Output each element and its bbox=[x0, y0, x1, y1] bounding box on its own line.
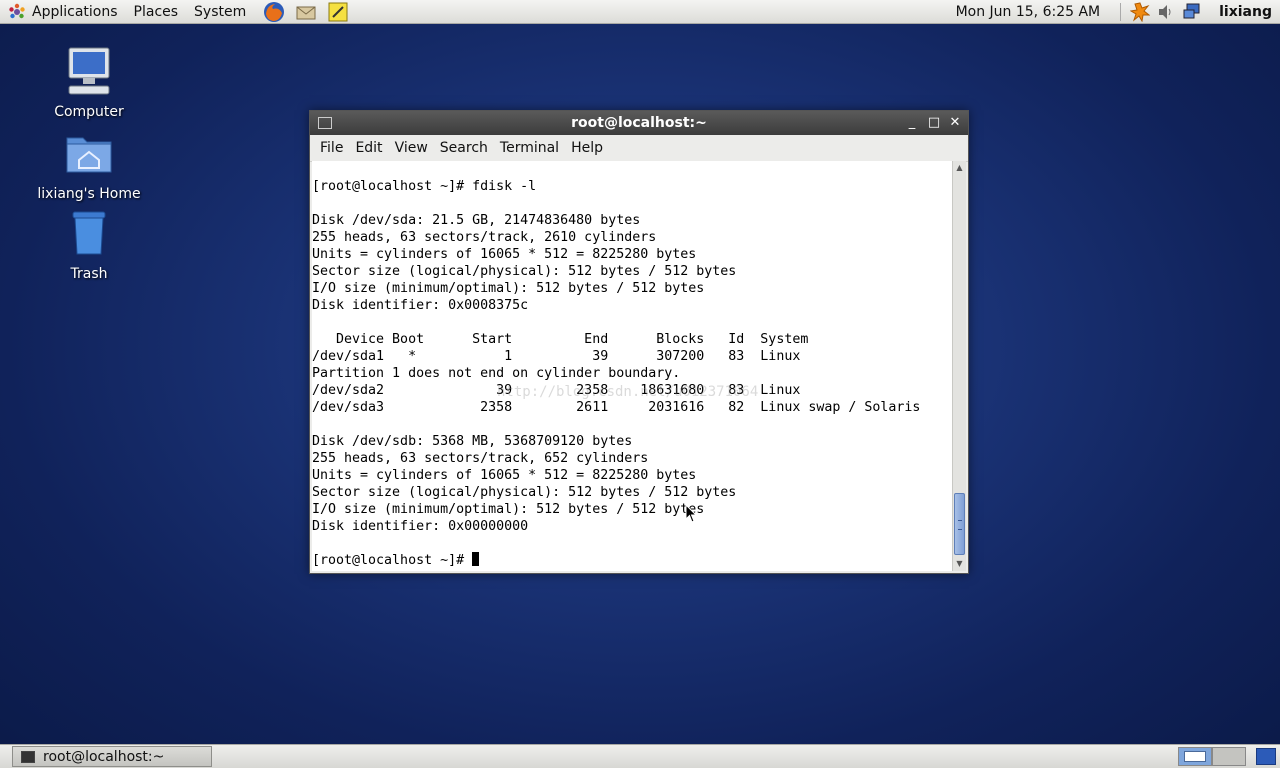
applications-menu[interactable]: Applications bbox=[32, 4, 118, 20]
window-title: root@localhost:~ bbox=[571, 115, 707, 131]
bottom-panel: root@localhost:~ bbox=[0, 744, 1280, 768]
user-menu[interactable]: lixiang bbox=[1219, 4, 1272, 20]
close-icon[interactable]: ✕ bbox=[947, 115, 963, 131]
terminal-window[interactable]: root@localhost:~ _ □ ✕ File Edit View Se… bbox=[309, 110, 969, 574]
computer-icon bbox=[68, 47, 110, 95]
clock[interactable]: Mon Jun 15, 6:25 AM bbox=[956, 4, 1101, 20]
mail-icon bbox=[296, 6, 316, 19]
desktop-icon-label: Trash bbox=[70, 266, 108, 282]
terminal-icon bbox=[21, 750, 35, 763]
workspace-1[interactable] bbox=[1178, 747, 1212, 766]
scroll-up-icon[interactable]: ▲ bbox=[953, 161, 966, 175]
workspace-window-preview bbox=[1184, 751, 1206, 762]
desktop-icon-computer[interactable]: Computer bbox=[34, 46, 144, 120]
places-menu[interactable]: Places bbox=[134, 4, 179, 20]
system-menu[interactable]: System bbox=[194, 4, 246, 20]
desktop-icon-home[interactable]: lixiang's Home bbox=[34, 128, 144, 202]
gnome-foot-icon bbox=[9, 3, 25, 18]
menu-file[interactable]: File bbox=[314, 140, 349, 156]
menu-search[interactable]: Search bbox=[434, 140, 494, 156]
taskbar-button-terminal[interactable]: root@localhost:~ bbox=[12, 746, 212, 767]
notes-icon bbox=[328, 2, 348, 21]
desktop-icon-label: Computer bbox=[54, 104, 124, 120]
scroll-down-icon[interactable]: ▼ bbox=[953, 557, 966, 571]
volume-icon[interactable] bbox=[1156, 2, 1176, 22]
terminal-text: [root@localhost ~]# fdisk -l Disk /dev/s… bbox=[312, 179, 921, 534]
desktop-icon-label: lixiang's Home bbox=[37, 186, 141, 202]
mail-launcher[interactable] bbox=[294, 1, 318, 23]
mouse-pointer-icon bbox=[685, 504, 698, 523]
menu-edit[interactable]: Edit bbox=[349, 140, 388, 156]
top-panel: Applications Places System Mon Jun 15, 6… bbox=[0, 0, 1280, 24]
scrollbar-thumb[interactable] bbox=[954, 493, 965, 555]
menu-view[interactable]: View bbox=[389, 140, 434, 156]
terminal-output[interactable]: [root@localhost ~]# fdisk -l Disk /dev/s… bbox=[312, 161, 952, 571]
desktop-icon-trash[interactable]: Trash bbox=[34, 208, 144, 282]
terminal-scrollbar[interactable]: ▲ ▼ bbox=[952, 161, 966, 571]
terminal-prompt-line[interactable]: [root@localhost ~]# bbox=[312, 552, 952, 569]
maximize-icon[interactable]: □ bbox=[926, 115, 942, 131]
terminal-menubar: File Edit View Search Terminal Help bbox=[310, 135, 968, 162]
workspace-2[interactable] bbox=[1212, 747, 1246, 766]
firefox-launcher[interactable] bbox=[262, 1, 286, 23]
terminal-prompt: [root@localhost ~]# bbox=[312, 553, 473, 568]
show-desktop-icon[interactable] bbox=[1256, 748, 1276, 765]
panel-menus: Applications Places System bbox=[0, 0, 366, 24]
window-titlebar[interactable]: root@localhost:~ _ □ ✕ bbox=[310, 111, 968, 135]
home-folder-icon bbox=[66, 137, 112, 173]
grip-icon bbox=[958, 520, 962, 530]
updates-icon[interactable] bbox=[1130, 2, 1151, 22]
panel-tray: Mon Jun 15, 6:25 AM lixiang bbox=[956, 0, 1280, 24]
firefox-icon bbox=[264, 1, 285, 22]
trash-icon bbox=[72, 211, 106, 255]
panel-separator bbox=[1120, 3, 1122, 21]
menu-help[interactable]: Help bbox=[565, 140, 609, 156]
text-cursor bbox=[472, 552, 480, 566]
taskbar-button-label: root@localhost:~ bbox=[43, 748, 165, 765]
minimize-icon[interactable]: _ bbox=[904, 115, 920, 131]
menu-terminal[interactable]: Terminal bbox=[494, 140, 565, 156]
notes-launcher[interactable] bbox=[326, 1, 350, 23]
network-icon[interactable] bbox=[1182, 2, 1202, 22]
